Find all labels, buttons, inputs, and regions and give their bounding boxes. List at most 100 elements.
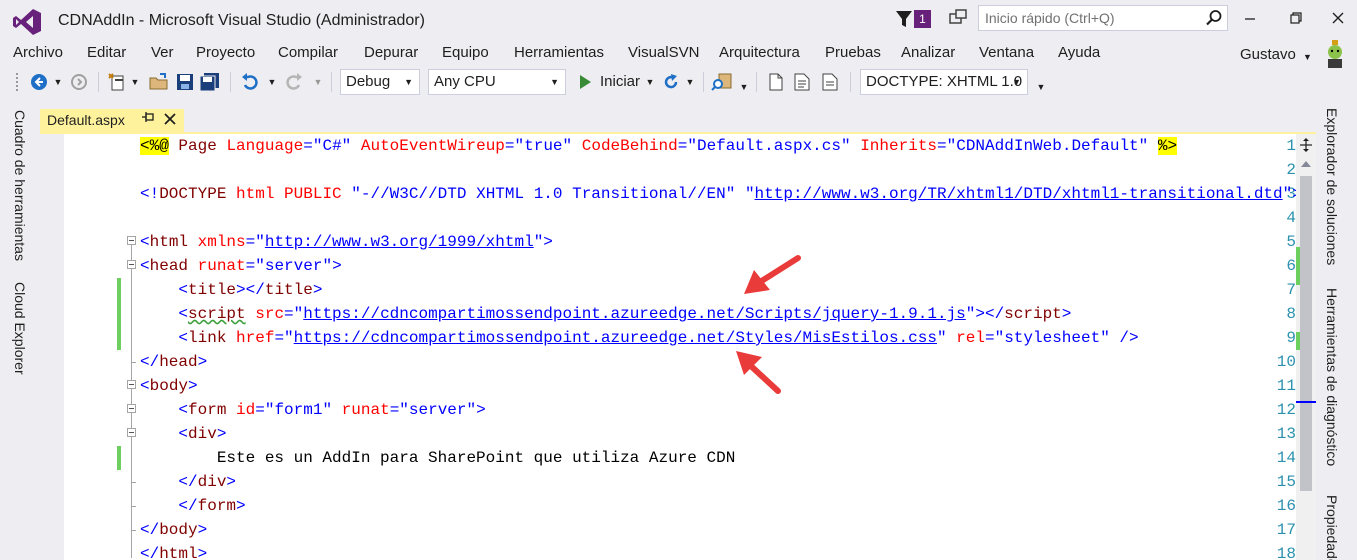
- minimize-button[interactable]: [1235, 6, 1265, 30]
- comment-lines-icon[interactable]: [792, 66, 812, 98]
- menu-ayuda[interactable]: Ayuda: [1058, 42, 1100, 64]
- new-project-icon[interactable]: [106, 66, 128, 98]
- code-line-17[interactable]: </body>: [140, 518, 207, 542]
- menu-analizar[interactable]: Analizar: [901, 42, 955, 64]
- cloud-explorer-tab[interactable]: Cloud Explorer: [12, 282, 28, 375]
- new-dropdown-icon[interactable]: ▼: [130, 66, 140, 98]
- redo-dropdown-icon[interactable]: ▼: [312, 66, 324, 98]
- chevron-down-icon[interactable]: ▼: [550, 70, 559, 94]
- find-in-files-icon[interactable]: [710, 66, 734, 98]
- code-editor[interactable]: 1 2 3 4 5 6 7 8 9 10 11 12 13 14 15 16 1…: [64, 134, 1296, 560]
- collapse-toggle-icon[interactable]: [127, 404, 136, 413]
- restore-button[interactable]: [1282, 6, 1312, 30]
- navigate-forward-icon[interactable]: [68, 66, 90, 98]
- close-icon[interactable]: [163, 112, 177, 126]
- open-file-icon[interactable]: [148, 66, 170, 98]
- save-all-icon[interactable]: [198, 66, 222, 98]
- pin-icon[interactable]: [140, 110, 156, 128]
- code-line-5[interactable]: <html xmlns="http://www.w3.org/1999/xhtm…: [140, 230, 553, 254]
- code-line-9[interactable]: <link href="https://cdncompartimossendpo…: [140, 326, 1138, 350]
- uncomment-lines-icon[interactable]: [820, 66, 840, 98]
- menu-equipo[interactable]: Equipo: [442, 42, 489, 64]
- stylesheet-cdn-link[interactable]: https://cdncompartimossendpoint.azureedg…: [294, 329, 937, 347]
- properties-tab[interactable]: Propiedades: [1324, 495, 1340, 560]
- menu-depurar[interactable]: Depurar: [364, 42, 418, 64]
- code-line-12[interactable]: <form id="form1" runat="server">: [140, 398, 485, 422]
- toolbox-tab[interactable]: Cuadro de herramientas: [12, 110, 28, 261]
- scroll-up-icon[interactable]: [1298, 158, 1314, 170]
- code-line-8[interactable]: <script src="https://cdncompartimossendp…: [140, 302, 1071, 326]
- toolbar-separator: [850, 72, 851, 92]
- line-number: 9: [1286, 329, 1296, 347]
- collapse-toggle-icon[interactable]: [127, 380, 136, 389]
- refresh-dropdown-icon[interactable]: ▼: [684, 66, 696, 98]
- quick-launch-box[interactable]: [978, 5, 1228, 31]
- jquery-cdn-link[interactable]: https://cdncompartimossendpoint.azureedg…: [303, 305, 966, 323]
- changed-lines-indicator: [117, 278, 121, 350]
- code-line-1[interactable]: <%@ Page Language="C#" AutoEventWireup="…: [140, 134, 1178, 158]
- start-dropdown-icon[interactable]: ▼: [645, 66, 655, 98]
- menu-arquitectura[interactable]: Arquitectura: [719, 42, 800, 64]
- menu-ver[interactable]: Ver: [151, 42, 174, 64]
- close-window-button[interactable]: [1323, 6, 1353, 30]
- outline-guide: [131, 506, 136, 507]
- undo-icon[interactable]: [238, 66, 262, 98]
- code-line-6[interactable]: <head runat="server">: [140, 254, 342, 278]
- split-window-icon[interactable]: [1299, 138, 1313, 152]
- search-icon[interactable]: [1205, 9, 1223, 27]
- line-number: 7: [1286, 281, 1296, 299]
- menu-pruebas[interactable]: Pruebas: [825, 42, 881, 64]
- menu-visualsvn[interactable]: VisualSVN: [628, 42, 699, 64]
- line-number: 18: [1276, 545, 1296, 560]
- collapse-toggle-icon[interactable]: [127, 428, 136, 437]
- solution-explorer-tab[interactable]: Explorador de soluciones: [1324, 108, 1340, 265]
- configuration-combo[interactable]: Debug ▼: [340, 69, 420, 95]
- document-icon[interactable]: [766, 66, 786, 98]
- back-dropdown-icon[interactable]: ▼: [52, 66, 64, 98]
- refresh-icon[interactable]: [660, 66, 682, 98]
- code-line-11[interactable]: <body>: [140, 374, 198, 398]
- diagnostic-tools-tab[interactable]: Herramientas de diagnóstico: [1324, 288, 1340, 466]
- code-line-3[interactable]: <!DOCTYPE html PUBLIC "-//W3C//DTD XHTML…: [140, 182, 1296, 206]
- code-line-10[interactable]: </head>: [140, 350, 207, 374]
- undo-dropdown-icon[interactable]: ▼: [266, 66, 278, 98]
- quick-launch-input[interactable]: [979, 6, 1194, 30]
- start-debug-button[interactable]: Iniciar: [600, 73, 640, 90]
- code-line-18[interactable]: </html>: [140, 542, 207, 560]
- code-line-13[interactable]: <div>: [140, 422, 226, 446]
- menu-herramientas[interactable]: Herramientas: [514, 42, 604, 64]
- line-number: 15: [1276, 473, 1296, 491]
- collapse-toggle-icon[interactable]: [127, 260, 136, 269]
- chevron-down-icon[interactable]: ▼: [404, 70, 413, 94]
- code-line-15[interactable]: </div>: [140, 470, 236, 494]
- chevron-down-icon[interactable]: ▼: [1012, 70, 1021, 94]
- doctype-dtd-link[interactable]: http://www.w3.org/TR/xhtml1/DTD/xhtml1-t…: [755, 185, 1283, 203]
- user-name[interactable]: Gustavo: [1240, 46, 1296, 63]
- toolbar-overflow-icon[interactable]: ▼: [1035, 66, 1047, 98]
- menu-proyecto[interactable]: Proyecto: [196, 42, 255, 64]
- scrollbar-thumb[interactable]: [1300, 176, 1312, 491]
- redo-icon[interactable]: [282, 66, 306, 98]
- navigate-back-icon[interactable]: [28, 66, 50, 98]
- toolbar-overflow-icon[interactable]: ▼: [738, 66, 750, 98]
- menu-compilar[interactable]: Compilar: [278, 42, 338, 64]
- feedback-icon[interactable]: [948, 8, 968, 28]
- user-menu-caret-icon[interactable]: ▼: [1303, 52, 1312, 62]
- code-line-14[interactable]: Este es un AddIn para SharePoint que uti…: [140, 446, 735, 470]
- code-line-16[interactable]: </form>: [140, 494, 245, 518]
- start-debug-icon[interactable]: [576, 66, 594, 98]
- line-number: 14: [1276, 449, 1296, 467]
- doctype-combo[interactable]: DOCTYPE: XHTML 1.0 ▼: [860, 69, 1028, 95]
- menu-editar[interactable]: Editar: [87, 42, 126, 64]
- menu-ventana[interactable]: Ventana: [979, 42, 1034, 64]
- notification-count-badge[interactable]: 1: [914, 10, 931, 28]
- xmlns-link[interactable]: http://www.w3.org/1999/xhtml: [265, 233, 534, 251]
- toolbar-grip-icon[interactable]: [14, 66, 22, 98]
- save-icon[interactable]: [174, 66, 196, 98]
- platform-combo[interactable]: Any CPU ▼: [428, 69, 566, 95]
- collapse-toggle-icon[interactable]: [127, 236, 136, 245]
- outline-guide: [131, 362, 136, 363]
- code-line-7[interactable]: <title></title>: [140, 278, 322, 302]
- menu-archivo[interactable]: Archivo: [13, 42, 63, 64]
- scrollbar-caret-marker: [1296, 401, 1316, 403]
